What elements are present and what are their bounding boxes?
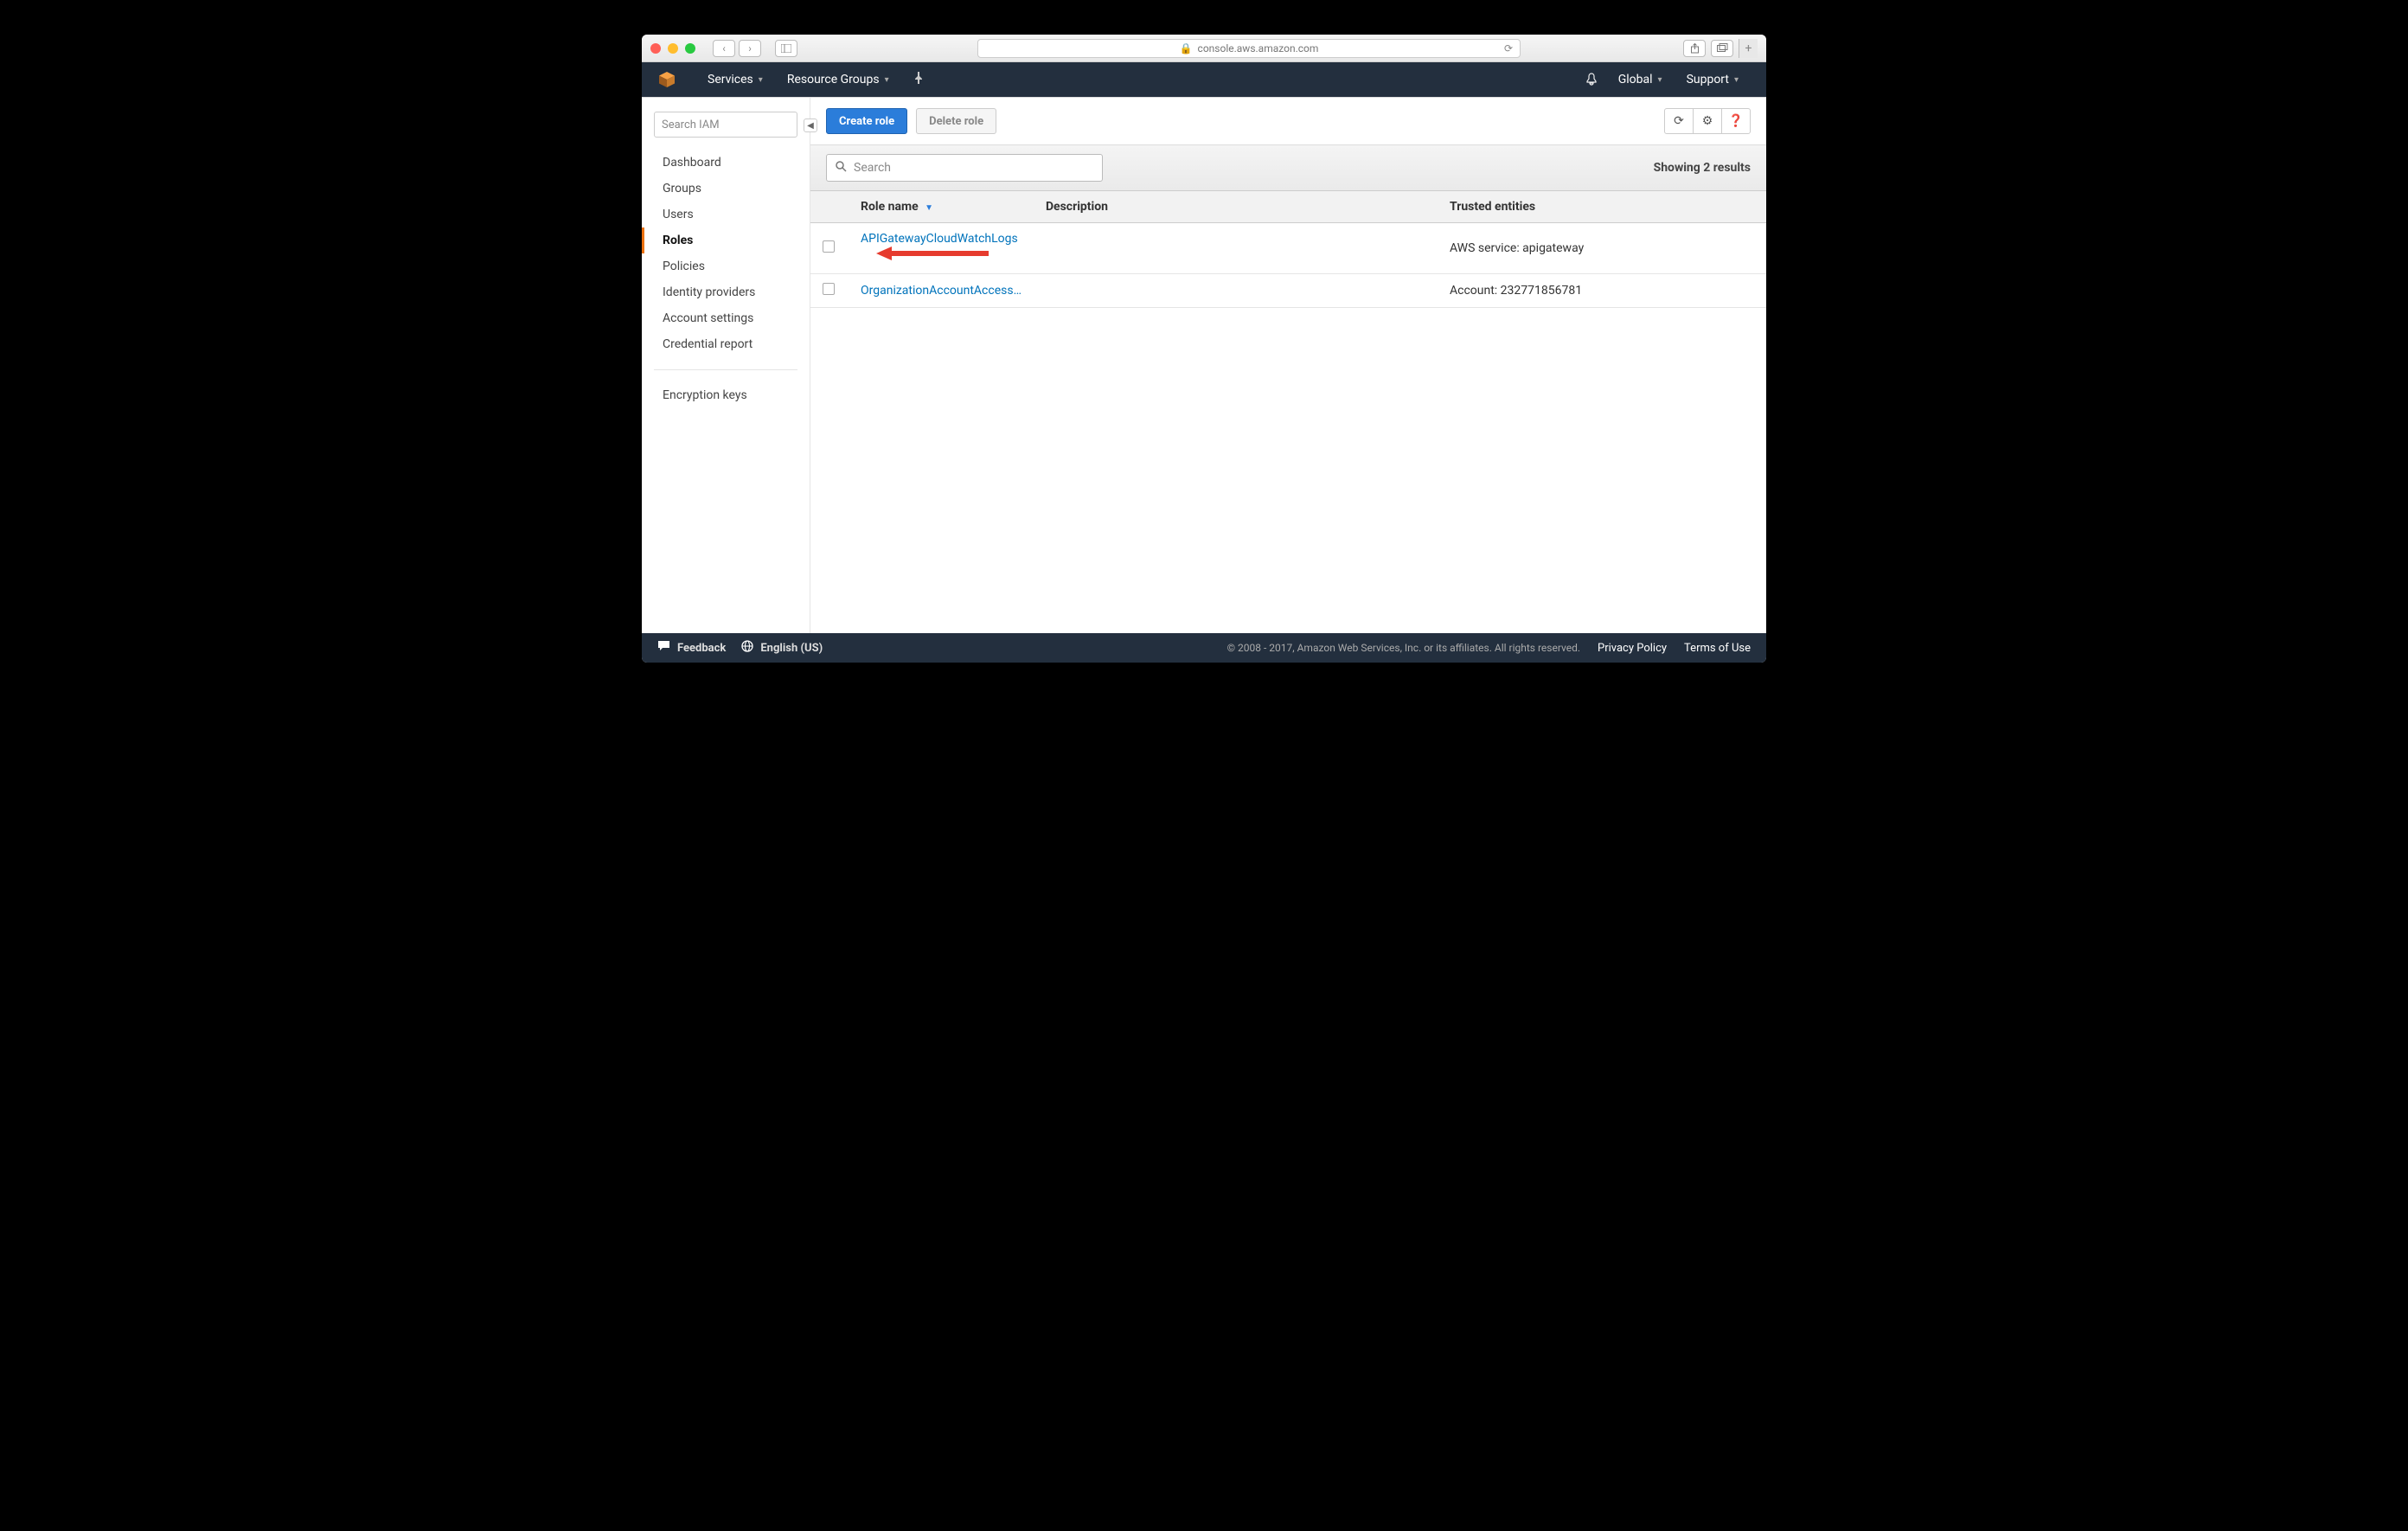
search-icon [836,161,847,176]
aws-header: Services ▾ Resource Groups ▾ Global ▾ Su… [642,62,1766,97]
row-checkbox[interactable] [823,283,835,295]
column-checkbox [810,191,849,223]
support-label: Support [1687,73,1729,86]
roles-table: Role name ▼ Description Trusted entities… [810,191,1766,308]
annotation-arrow [876,246,989,265]
collapse-sidebar-button[interactable]: ◀ [804,119,817,132]
window-controls [650,43,695,54]
share-icon [1690,43,1700,54]
sidebar-item-credential-report[interactable]: Credential report [642,331,810,357]
search-placeholder: Search IAM [662,119,720,131]
filter-search-input[interactable]: Search [826,154,1103,182]
cell-trusted: AWS service: apigateway [1438,223,1766,274]
tabs-icon [1717,43,1728,53]
reload-icon[interactable]: ⟳ [1504,42,1513,54]
filter-row: Search Showing 2 results [810,144,1766,191]
chevron-down-icon: ▾ [1658,75,1662,85]
column-trusted-entities[interactable]: Trusted entities [1438,191,1766,223]
copyright: © 2008 - 2017, Amazon Web Services, Inc.… [1227,642,1580,654]
role-link[interactable]: OrganizationAccountAccess… [861,284,1021,298]
column-role-name[interactable]: Role name ▼ [849,191,1034,223]
resource-groups-label: Resource Groups [787,73,880,86]
support-menu[interactable]: Support ▾ [1675,62,1751,97]
chevron-down-icon: ▾ [885,75,889,85]
sidebar-separator [654,369,797,370]
forward-button[interactable]: › [739,40,761,57]
filter-placeholder: Search [854,161,891,175]
globe-icon [741,640,753,656]
nav-buttons: ‹ › [713,40,761,57]
cell-description [1034,274,1438,308]
cell-description [1034,223,1438,274]
footer: Feedback English (US) © 2008 - 2017, Ama… [642,633,1766,663]
tabs-button[interactable] [1711,40,1733,57]
refresh-icon: ⟳ [1674,114,1684,128]
toolbar: Create role Delete role ⟳ ⚙ ❓ [810,98,1766,144]
sidebar-item-account-settings[interactable]: Account settings [642,305,810,331]
sidebar-search-input[interactable]: Search IAM [654,112,797,138]
bell-icon [1585,73,1598,86]
role-link[interactable]: APIGatewayCloudWatchLogs [861,232,1018,246]
results-count: Showing 2 results [1654,161,1751,175]
table-row[interactable]: OrganizationAccountAccess… Account: 2327… [810,274,1766,308]
titlebar-right: + [1683,39,1758,58]
maximize-icon[interactable] [685,43,695,54]
minimize-icon[interactable] [668,43,678,54]
help-button[interactable]: ❓ [1721,108,1751,134]
new-tab-button[interactable]: + [1739,39,1758,58]
browser-window: ‹ › 🔒 console.aws.amazon.com ⟳ + [642,35,1766,663]
table-row[interactable]: APIGatewayCloudWatchLogs AWS service: ap… [810,223,1766,274]
refresh-button[interactable]: ⟳ [1664,108,1694,134]
sidebar-item-encryption-keys[interactable]: Encryption keys [642,382,810,408]
address-bar[interactable]: 🔒 console.aws.amazon.com ⟳ [977,39,1521,58]
url-host: console.aws.amazon.com [1198,42,1319,54]
resource-groups-menu[interactable]: Resource Groups ▾ [775,62,901,97]
lock-icon: 🔒 [1180,42,1193,54]
sidebar-item-users[interactable]: Users [642,202,810,227]
region-menu[interactable]: Global ▾ [1606,62,1675,97]
sidebar-item-dashboard[interactable]: Dashboard [642,150,810,176]
privacy-link[interactable]: Privacy Policy [1598,642,1667,655]
sidebar-toggle-button[interactable] [775,40,797,57]
sidebar-item-identity-providers[interactable]: Identity providers [642,279,810,305]
settings-button[interactable]: ⚙ [1693,108,1722,134]
aws-logo[interactable] [657,70,676,89]
help-icon: ❓ [1728,114,1743,128]
close-icon[interactable] [650,43,661,54]
notifications-button[interactable] [1577,73,1606,86]
sidebar-item-policies[interactable]: Policies [642,253,810,279]
pin-icon [913,72,924,87]
share-button[interactable] [1683,40,1706,57]
pin-menu[interactable] [901,62,936,97]
delete-role-button[interactable]: Delete role [916,108,996,134]
gear-icon: ⚙ [1702,114,1713,128]
sort-down-icon: ▼ [925,203,933,213]
main-panel: Create role Delete role ⟳ ⚙ ❓ Search Sho… [810,98,1766,633]
feedback-link[interactable]: Feedback [657,640,726,656]
page-body: Search IAM ◀ Dashboard Groups Users Role… [642,97,1766,633]
sidebar: Search IAM ◀ Dashboard Groups Users Role… [642,98,810,633]
row-checkbox[interactable] [823,240,835,253]
services-label: Services [708,73,753,86]
aws-cube-icon [657,70,676,89]
services-menu[interactable]: Services ▾ [695,62,775,97]
cell-trusted: Account: 232771856781 [1438,274,1766,308]
speech-icon [657,640,670,656]
terms-link[interactable]: Terms of Use [1684,642,1751,655]
region-label: Global [1618,73,1653,86]
chevron-down-icon: ▾ [759,75,763,85]
titlebar: ‹ › 🔒 console.aws.amazon.com ⟳ + [642,35,1766,62]
back-button[interactable]: ‹ [713,40,735,57]
sidebar-item-groups[interactable]: Groups [642,176,810,202]
sidebar-item-roles[interactable]: Roles [642,227,810,253]
column-description[interactable]: Description [1034,191,1438,223]
panel-icon [781,44,791,53]
sidebar-nav: Dashboard Groups Users Roles Policies Id… [642,150,810,357]
language-selector[interactable]: English (US) [741,640,823,656]
create-role-button[interactable]: Create role [826,108,907,134]
chevron-down-icon: ▾ [1734,75,1739,85]
